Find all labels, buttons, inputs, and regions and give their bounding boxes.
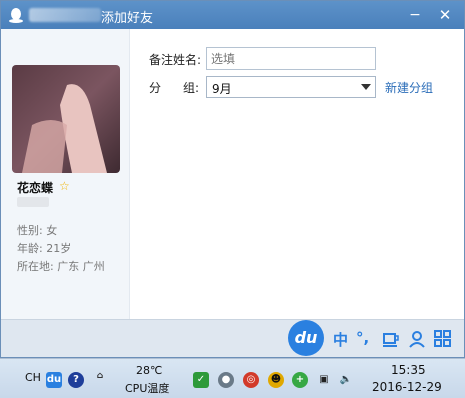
qq-penguin-icon[interactable]: ☻ — [268, 372, 284, 388]
plus-icon[interactable]: + — [292, 372, 308, 388]
ime-punct-mode[interactable]: °, — [356, 329, 369, 347]
chevron-down-icon — [361, 84, 371, 90]
user-icon[interactable] — [408, 330, 426, 348]
qq-tray-icon[interactable]: ● — [218, 372, 234, 388]
add-friend-window: 添加好友 − ✕ 花恋蝶 ☆ 性别: 女 年龄: 21岁 所在地: 广东 广州 … — [0, 0, 465, 358]
ime-options-icon[interactable]: ⌂ — [92, 368, 108, 384]
group-label-b: 组: — [183, 81, 200, 95]
clock-date[interactable]: 2016-12-29 — [372, 380, 442, 394]
network-icon[interactable]: ▣ — [316, 372, 332, 388]
baidu-ime-logo[interactable]: du — [288, 320, 324, 356]
netease-music-icon[interactable]: ◎ — [243, 372, 259, 388]
nickname: 花恋蝶 — [17, 181, 54, 195]
language-indicator[interactable]: CH — [25, 371, 41, 384]
title-redacted — [29, 8, 101, 22]
remark-label: 备注姓名: — [149, 53, 202, 67]
volume-icon[interactable]: 🔈 — [338, 372, 354, 388]
redacted-id — [17, 197, 49, 207]
baidu-ime-tray-icon[interactable]: du — [46, 372, 62, 388]
title-bar[interactable]: 添加好友 − ✕ — [1, 1, 464, 29]
clock-time[interactable]: 15:35 — [391, 363, 426, 377]
cup-icon[interactable] — [382, 330, 400, 348]
ime-chinese-mode[interactable]: 中 — [333, 329, 348, 350]
new-group-link[interactable]: 新建分组 — [385, 79, 433, 96]
help-icon[interactable]: ? — [68, 372, 84, 388]
profile-panel: 花恋蝶 ☆ 性别: 女 年龄: 21岁 所在地: 广东 广州 — [1, 29, 130, 319]
window-title: 添加好友 — [101, 11, 154, 26]
grid-icon[interactable] — [434, 330, 452, 348]
gender-text: 性别: 女 — [17, 224, 58, 237]
star-icon: ☆ — [59, 179, 70, 193]
cpu-temp-label: CPU温度 — [125, 382, 170, 395]
minimize-button[interactable]: − — [405, 5, 425, 25]
group-selected-value: 9月 — [212, 82, 232, 96]
group-select[interactable]: 9月 — [206, 76, 376, 98]
remark-input[interactable] — [206, 47, 376, 70]
cpu-temperature: 28℃ — [136, 364, 163, 377]
taskbar: CH du ? ⌂ 28℃ CPU温度 ✓ ● ◎ ☻ + ▣ 🔈 15:35 … — [0, 358, 465, 398]
shield-icon[interactable]: ✓ — [193, 372, 209, 388]
ime-toolbar: du 中 °, — [288, 320, 458, 358]
age-text: 年龄: 21岁 — [17, 242, 72, 255]
group-label: 分 组: — [149, 79, 199, 96]
group-label-a: 分 — [149, 81, 162, 95]
location-text: 所在地: 广东 广州 — [17, 260, 105, 273]
close-button[interactable]: ✕ — [435, 5, 455, 25]
qq-logo-icon — [9, 8, 23, 23]
avatar — [12, 65, 120, 173]
